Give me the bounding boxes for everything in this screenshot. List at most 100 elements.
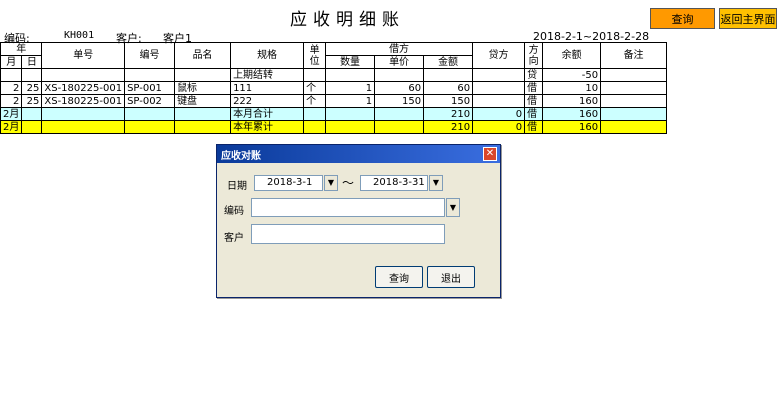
cell-month[interactable]: 2 [0, 81, 23, 95]
cell-voucher[interactable] [41, 68, 126, 82]
cell-voucher[interactable] [41, 107, 126, 121]
cell-product[interactable] [174, 120, 232, 134]
date-label: 日期 [227, 181, 247, 192]
cell-day[interactable]: 25 [21, 81, 43, 95]
home-button[interactable]: 返回主界面 [719, 8, 777, 29]
cell-spec[interactable]: 本月合计 [230, 107, 305, 121]
header-year: 年 [0, 42, 43, 56]
cell-remark[interactable] [600, 107, 668, 121]
cell-price[interactable]: 60 [374, 81, 425, 95]
cell-balance[interactable]: 10 [542, 81, 602, 95]
cell-price[interactable]: 150 [374, 94, 425, 108]
cell-day[interactable] [21, 68, 43, 82]
cell-code[interactable] [124, 68, 176, 82]
cell-price[interactable] [374, 120, 425, 134]
code-field[interactable] [251, 198, 445, 217]
cell-month[interactable] [0, 68, 23, 82]
cell-direction[interactable]: 借 [524, 81, 544, 95]
customer-field[interactable] [251, 224, 445, 244]
date-to-dropdown-icon[interactable]: ▼ [429, 175, 443, 191]
dialog-exit-button[interactable]: 退出 [427, 266, 475, 288]
cell-unit[interactable]: 个 [303, 81, 327, 95]
cell-remark[interactable] [600, 81, 668, 95]
cell-spec[interactable]: 111 [230, 81, 305, 95]
cell-qty[interactable] [325, 68, 376, 82]
cell-day[interactable] [21, 120, 43, 134]
reconcile-dialog: 应收对账 ✕ 日期 2018-3-1 ▼ ～ 2018-3-31 ▼ 编码 ▼ … [216, 144, 501, 298]
cell-direction[interactable]: 贷 [524, 68, 544, 82]
code-dropdown-icon[interactable]: ▼ [446, 198, 460, 217]
cell-credit[interactable] [472, 81, 526, 95]
query-button[interactable]: 查询 [650, 8, 715, 29]
header-price: 单价 [374, 55, 425, 69]
cell-direction[interactable]: 借 [524, 94, 544, 108]
cell-remark[interactable] [600, 94, 668, 108]
cell-code[interactable]: SP-002 [124, 94, 176, 108]
cell-product[interactable] [174, 68, 232, 82]
date-separator: ～ [342, 176, 355, 190]
cell-qty[interactable] [325, 107, 376, 121]
cell-unit[interactable] [303, 68, 327, 82]
cell-product[interactable] [174, 107, 232, 121]
cell-qty[interactable]: 1 [325, 94, 376, 108]
close-icon[interactable]: ✕ [483, 147, 497, 161]
cell-unit[interactable] [303, 107, 327, 121]
cell-amount[interactable]: 210 [423, 107, 474, 121]
cell-month[interactable]: 2月 [0, 107, 23, 121]
cell-voucher[interactable]: XS-180225-001 [41, 81, 126, 95]
cell-month[interactable]: 2月 [0, 120, 23, 134]
cell-code[interactable] [124, 120, 176, 134]
cell-code[interactable]: SP-001 [124, 81, 176, 95]
cell-spec[interactable]: 上期结转 [230, 68, 305, 82]
date-from-dropdown-icon[interactable]: ▼ [324, 175, 338, 191]
date-to-field[interactable]: 2018-3-31 [360, 175, 428, 191]
cell-balance[interactable]: 160 [542, 107, 602, 121]
cell-unit[interactable]: 个 [303, 94, 327, 108]
cell-direction[interactable]: 借 [524, 107, 544, 121]
cell-remark[interactable] [600, 68, 668, 82]
header-unit: 单位 [303, 42, 327, 69]
cell-qty[interactable]: 1 [325, 81, 376, 95]
cell-voucher[interactable]: XS-180225-001 [41, 94, 126, 108]
header-product: 品名 [174, 42, 232, 69]
cell-amount[interactable]: 150 [423, 94, 474, 108]
header-debit: 借方 [325, 42, 474, 56]
cell-credit[interactable] [472, 94, 526, 108]
cell-price[interactable] [374, 107, 425, 121]
cell-remark[interactable] [600, 120, 668, 134]
cell-credit[interactable] [472, 68, 526, 82]
dialog-titlebar[interactable]: 应收对账 ✕ [217, 145, 500, 163]
code-value: KH001 [64, 30, 95, 41]
table-row: 上期结转 贷 -50 [0, 68, 668, 82]
cell-credit[interactable]: 0 [472, 107, 526, 121]
cell-product[interactable]: 键盘 [174, 94, 232, 108]
cell-amount[interactable] [423, 68, 474, 82]
cell-price[interactable] [374, 68, 425, 82]
cell-amount[interactable]: 60 [423, 81, 474, 95]
header-remark: 备注 [600, 42, 668, 69]
cell-code[interactable] [124, 107, 176, 121]
cell-spec[interactable]: 222 [230, 94, 305, 108]
cell-direction[interactable]: 借 [524, 120, 544, 134]
cell-credit[interactable]: 0 [472, 120, 526, 134]
cell-amount[interactable]: 210 [423, 120, 474, 134]
header-voucher: 单号 [41, 42, 126, 69]
header-direction: 方向 [524, 42, 544, 69]
cell-balance[interactable]: 160 [542, 94, 602, 108]
cell-month[interactable]: 2 [0, 94, 23, 108]
header-spec: 规格 [230, 42, 305, 69]
table-row: 2 25 XS-180225-001 SP-002 键盘 222 个 1 150… [0, 94, 668, 108]
cell-qty[interactable] [325, 120, 376, 134]
cell-day[interactable]: 25 [21, 94, 43, 108]
cell-balance[interactable]: -50 [542, 68, 602, 82]
year-total-row: 2月 本年累计 210 0 借 160 [0, 120, 668, 134]
ledger-table: 年 单号 编号 品名 规格 单位 借方 贷方 方向 余额 备注 月 日 数量 单… [0, 42, 668, 134]
date-from-field[interactable]: 2018-3-1 [254, 175, 323, 191]
cell-unit[interactable] [303, 120, 327, 134]
cell-balance[interactable]: 160 [542, 120, 602, 134]
cell-spec[interactable]: 本年累计 [230, 120, 305, 134]
cell-voucher[interactable] [41, 120, 126, 134]
dialog-query-button[interactable]: 查询 [375, 266, 423, 288]
cell-product[interactable]: 鼠标 [174, 81, 232, 95]
cell-day[interactable] [21, 107, 43, 121]
